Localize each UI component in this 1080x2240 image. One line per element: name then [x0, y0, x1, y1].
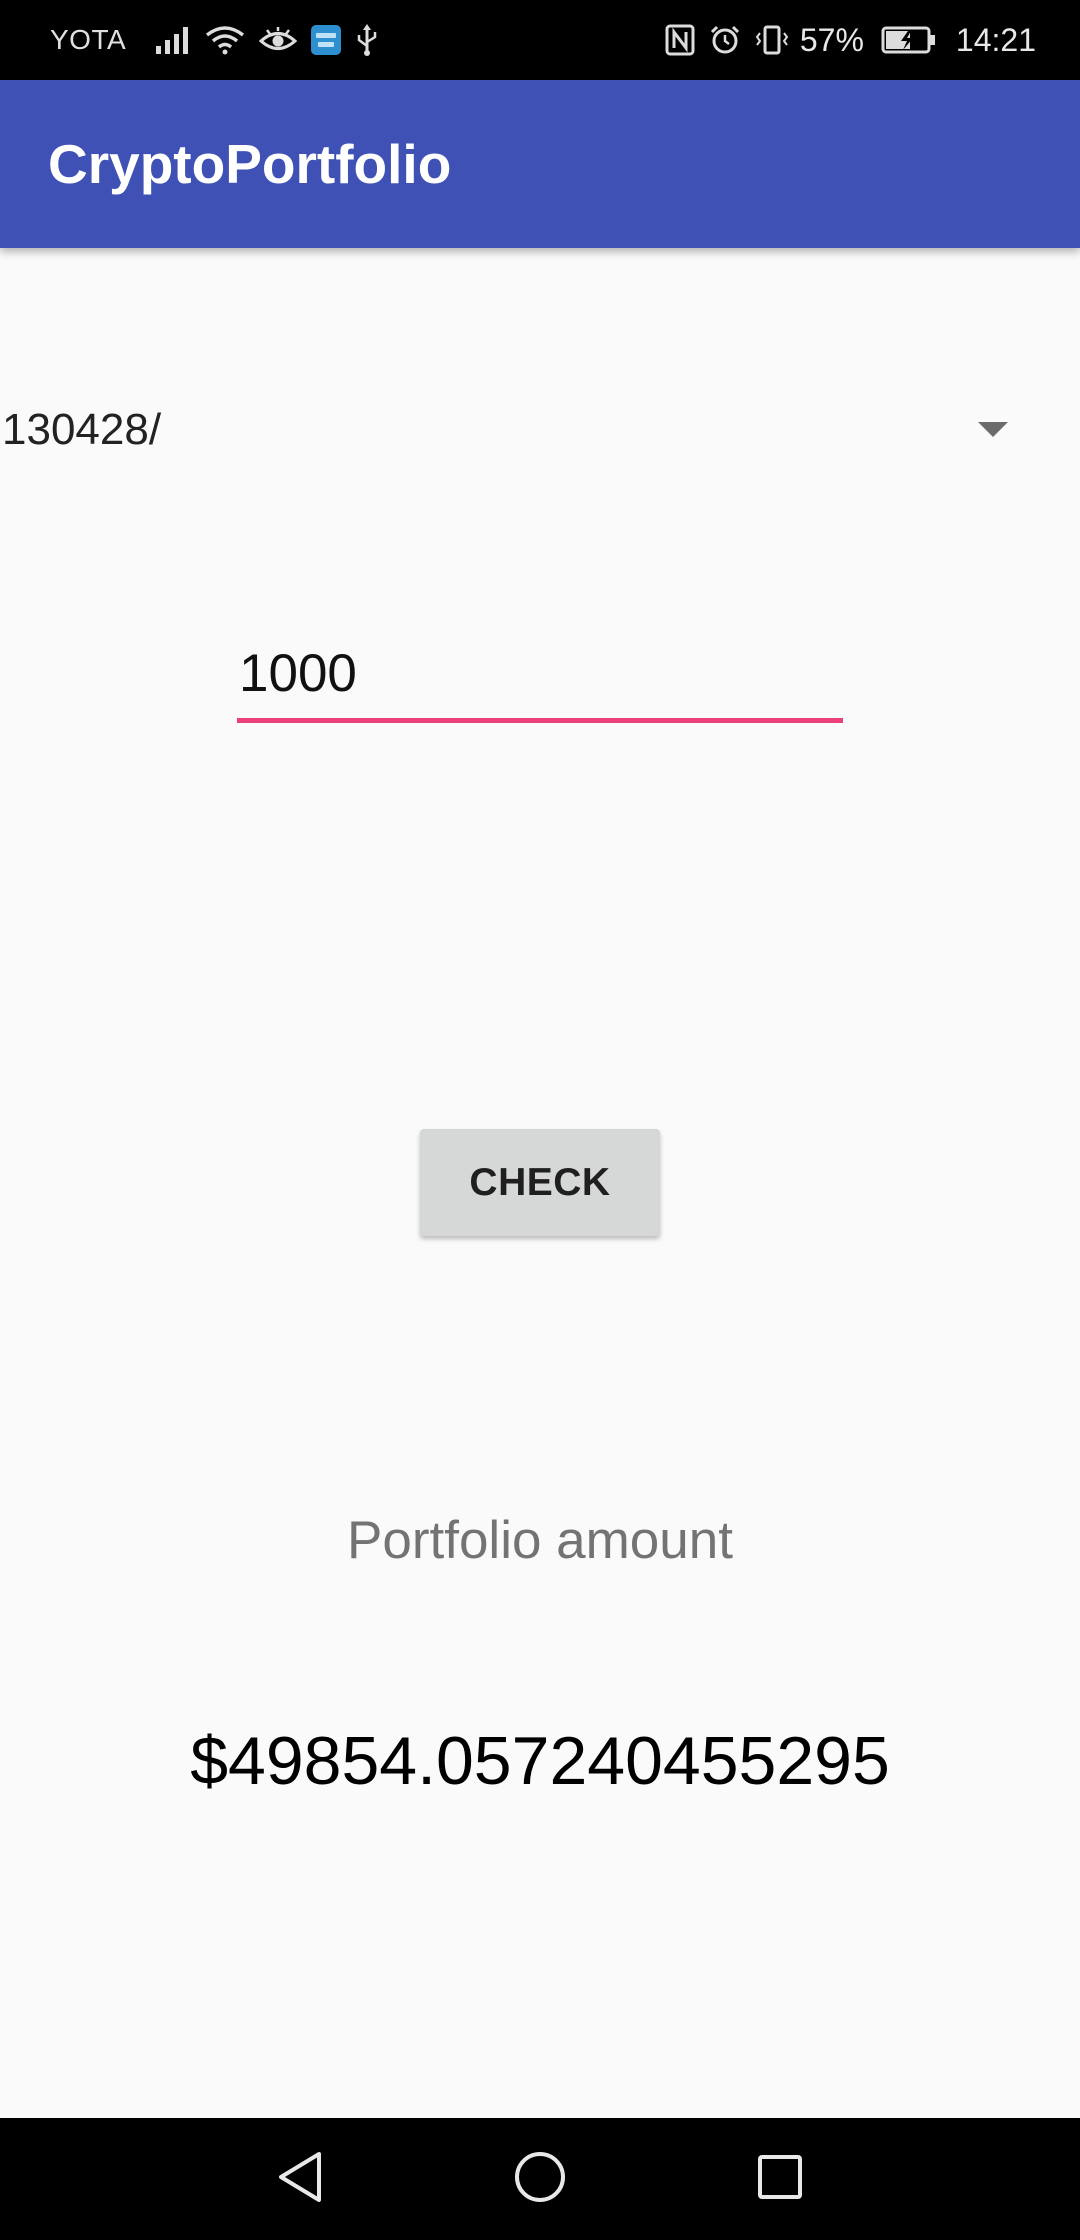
wordbit-app-icon [311, 25, 342, 55]
portfolio-amount-value: $49854.057240455295 [190, 1723, 890, 1799]
back-button[interactable] [230, 2118, 370, 2240]
spinner-selected-value: 130428/ [2, 405, 162, 454]
battery-percent: 57% [799, 21, 864, 58]
amount-input-underline [237, 718, 843, 723]
clock: 14:21 [955, 21, 1036, 58]
status-bar: YOTA 57% 14:21 [0, 0, 1080, 80]
navigation-bar [0, 2118, 1080, 2240]
alarm-icon [709, 24, 741, 56]
eye-icon [259, 26, 298, 54]
signal-icon [155, 26, 191, 54]
vibrate-icon [755, 24, 789, 56]
home-button[interactable] [470, 2118, 610, 2240]
app-title: CryptoPortfolio [48, 133, 452, 195]
battery-charging-icon [881, 26, 937, 54]
back-icon [275, 2150, 325, 2209]
dropdown-arrow-icon [978, 422, 1008, 437]
amount-input[interactable] [237, 630, 843, 716]
check-button[interactable]: CHECK [420, 1129, 660, 1236]
nfc-icon [665, 24, 695, 56]
portfolio-amount-label: Portfolio amount [347, 1511, 733, 1570]
home-icon [513, 2150, 567, 2209]
screen: YOTA 57% 14:21 CryptoPortfolio 130428/ 1… [0, 0, 1080, 2240]
carrier-label: YOTA [50, 24, 127, 55]
wallet-spinner[interactable]: 130428/ [0, 380, 1040, 480]
recents-icon [756, 2153, 804, 2206]
wifi-icon [205, 25, 245, 55]
usb-icon [355, 24, 379, 56]
app-bar: CryptoPortfolio [0, 80, 1080, 248]
amount-field [237, 630, 843, 724]
status-left: YOTA [50, 0, 386, 80]
status-right: 57% 14:21 [658, 0, 1036, 80]
recents-button[interactable] [710, 2118, 850, 2240]
